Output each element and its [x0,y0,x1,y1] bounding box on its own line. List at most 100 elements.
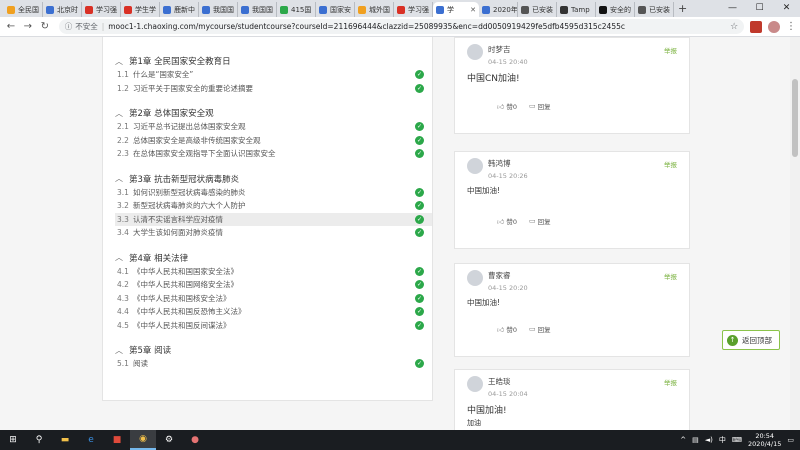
file-explorer-icon[interactable]: ▬ [52,430,78,450]
toc-section[interactable]: 4.5 《中华人民共和国反间谍法》 ✓ [115,319,432,333]
toc-section[interactable]: 3.1 如何识别新型冠状病毒感染的肺炎 ✓ [115,186,432,200]
toc-section[interactable]: 4.3 《中华人民共和国核安全法》 ✓ [115,292,432,306]
report-link[interactable]: 举报 [664,45,677,55]
thumbs-up-icon[interactable]: 👍︎ [497,102,504,111]
close-window-button[interactable]: ✕ [773,0,800,17]
user-avatar[interactable] [467,376,483,392]
chevron-up-icon[interactable]: ︿ [115,108,129,119]
user-avatar[interactable] [467,158,483,174]
back-button[interactable]: ← [4,21,18,32]
chevron-up-icon[interactable]: ︿ [115,345,129,356]
profile-avatar[interactable] [768,20,780,33]
toc-section[interactable]: 4.4 《中华人民共和国反恐怖主义法》 ✓ [115,305,432,319]
comment-author[interactable]: 曹家睿 [488,270,528,281]
browser-tab[interactable]: 学习强 [394,2,433,17]
volume-icon[interactable]: ◄) [705,436,713,444]
chapter-title[interactable]: ︿ 第1章 全民国家安全教育日 [115,54,432,68]
scrollbar[interactable] [790,37,800,430]
browser-tab[interactable]: 城外国 [355,2,394,17]
extension-icon[interactable] [750,20,763,33]
toc-section[interactable]: 2.2 总体国家安全是高级非传统国家安全观 ✓ [115,134,432,148]
browser-tab[interactable]: 学生学 [121,2,160,17]
browser-tab[interactable]: 安全的 [596,2,635,17]
browser-tab[interactable]: 已安装 [635,2,674,17]
browser-tab[interactable]: 2020年 [479,2,518,17]
input-icon[interactable]: ⌨ [732,436,742,444]
app-avatar-icon[interactable]: ● [182,430,208,450]
reply-link[interactable]: 回复 [538,324,551,334]
minimize-button[interactable]: — [719,0,746,17]
reply-icon[interactable]: ▭ [529,325,536,333]
back-to-top-button[interactable]: ↑ 返回顶部 [722,330,780,350]
browser-tab[interactable]: 学习强 [82,2,121,17]
thumbs-up-icon[interactable]: 👍︎ [497,217,504,226]
chapter-title[interactable]: ︿ 第4章 相关法律 [115,251,432,265]
chrome-icon[interactable]: ◉ [130,430,156,450]
comment-author[interactable]: 韩鸿博 [488,158,528,169]
tray-chevron-icon[interactable]: ^ [680,436,686,444]
info-icon[interactable]: ⓘ [65,21,73,32]
forward-button[interactable]: → [21,21,35,32]
new-tab-button[interactable]: + [678,2,687,17]
notification-icon[interactable]: ▭ [787,436,794,444]
report-link[interactable]: 举报 [664,377,677,387]
report-link[interactable]: 举报 [664,271,677,281]
reply-icon[interactable]: ▭ [529,217,536,225]
browser-tab[interactable]: 我国国 [199,2,238,17]
chevron-up-icon[interactable]: ︿ [115,56,129,67]
clock[interactable]: 20:54 2020/4/15 [748,432,781,448]
maximize-button[interactable]: ☐ [746,0,773,17]
browser-tab[interactable]: 国家安 [316,2,355,17]
bookmark-star-icon[interactable]: ☆ [730,22,738,32]
toc-section[interactable]: 4.2 《中华人民共和国网络安全法》 ✓ [115,278,432,292]
toc-section[interactable]: 3.3 认清不实谣言科学应对疫情 ✓ [115,212,432,226]
browser-tab[interactable]: 我国国 [238,2,277,17]
browser-tab[interactable]: 全民国 [4,2,43,17]
browser-tab[interactable]: 北京时 [43,2,82,17]
chapter-title[interactable]: ︿ 第2章 总体国家安全观 [115,106,432,120]
browser-tab[interactable]: 鹿新中 [160,2,199,17]
menu-icon[interactable]: ⋮ [786,21,796,32]
address-bar[interactable]: ⓘ 不安全 | mooc1-1.chaoxing.com/mycourse/st… [58,19,745,34]
comment-author[interactable]: 王皓琰 [488,376,528,387]
scrollbar-thumb[interactable] [792,79,798,157]
settings-gear-icon[interactable]: ⚙ [156,430,182,450]
reload-button[interactable]: ↻ [38,21,52,32]
browser-tab[interactable]: 学 ✕ [433,2,479,17]
user-avatar[interactable] [467,44,483,60]
toc-section[interactable]: 3.4 大学生该如何面对肺炎疫情 ✓ [115,226,432,240]
windows-start-icon[interactable]: ⊞ [0,430,26,450]
network-icon[interactable]: ▤ [692,436,699,444]
chevron-up-icon[interactable]: ︿ [115,252,129,263]
toc-section[interactable]: 4.1 《中华人民共和国国家安全法》 ✓ [115,265,432,279]
toc-section[interactable]: 5.1 阅读 ✓ [115,357,432,371]
like-count[interactable]: 赞0 [506,216,517,226]
chapter-title[interactable]: ︿ 第3章 抗击新型冠状病毒肺炎 [115,172,432,186]
chapter-title[interactable]: ︿ 第5章 阅读 [115,343,432,357]
reply-link[interactable]: 回复 [538,101,551,111]
section-number: 1.2 [117,83,129,93]
toc-section[interactable]: 3.2 新型冠状病毒肺炎的六大个人防护 ✓ [115,199,432,213]
like-count[interactable]: 赞0 [506,101,517,111]
like-count[interactable]: 赞0 [506,324,517,334]
user-avatar[interactable] [467,270,483,286]
reply-icon[interactable]: ▭ [529,102,536,110]
browser-tab[interactable]: 415国 [277,2,316,17]
toc-section[interactable]: 1.1 什么是“国家安全” ✓ [115,68,432,82]
comment-author[interactable]: 时梦吉 [488,44,528,55]
browser-tab[interactable]: 已安装 [518,2,557,17]
reply-link[interactable]: 回复 [538,216,551,226]
search-icon[interactable]: ⚲ [26,430,52,450]
back-to-top-label: 返回顶部 [742,335,772,345]
toc-section[interactable]: 2.1 习近平总书记提出总体国家安全观 ✓ [115,120,432,134]
report-link[interactable]: 举报 [664,159,677,169]
toc-section[interactable]: 1.2 习近平关于国家安全的重要论述摘要 ✓ [115,82,432,96]
ime-indicator[interactable]: 中 [719,435,726,445]
tab-close-icon[interactable]: ✕ [470,6,476,14]
chevron-up-icon[interactable]: ︿ [115,173,129,184]
edge-icon[interactable]: e [78,430,104,450]
toc-section[interactable]: 2.3 在总体国家安全观指导下全面认识国家安全 ✓ [115,147,432,161]
browser-tab[interactable]: Tamp [557,2,596,17]
app-icon[interactable]: ■ [104,430,130,450]
thumbs-up-icon[interactable]: 👍︎ [497,325,504,334]
